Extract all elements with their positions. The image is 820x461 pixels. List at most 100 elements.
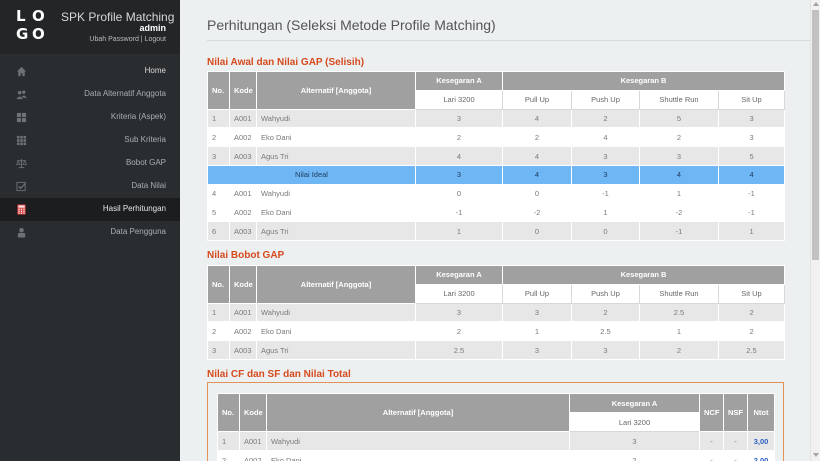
cell-value: 2.5	[639, 302, 719, 323]
sub-col-pull-up: Pull Up	[502, 89, 572, 110]
cell-nama: Eko Dani	[256, 321, 416, 342]
cell-value: -2	[639, 202, 719, 223]
cell-value: 5	[639, 108, 719, 129]
cell-value: 4	[502, 164, 572, 185]
sidebar-item-sub-kriteria[interactable]: Sub Kriteria	[0, 129, 180, 152]
cell-nama: Wahyudi	[256, 302, 416, 323]
cell-nama: Agus Tri	[256, 221, 416, 242]
cell-value: 0	[415, 183, 503, 204]
table-row: 1 A001 Wahyudi 3 - - 3,00	[217, 431, 775, 451]
col-no: No.	[217, 393, 240, 432]
current-user: admin	[139, 23, 166, 33]
cell-no: 5	[207, 202, 230, 223]
cell-nama: Agus Tri	[256, 340, 416, 360]
sub-col-shuttle-run: Shuttle Run	[639, 89, 719, 110]
cell-nama: Agus Tri	[256, 146, 416, 166]
cell-value: 3	[571, 164, 640, 185]
bobot-table: No. Kode Alternatif [Anggota] Kesegaran …	[207, 265, 786, 360]
home-icon	[16, 66, 27, 77]
sidebar-item-home[interactable]: Home	[0, 60, 180, 83]
cell-no: 6	[207, 221, 230, 242]
cell-value: 2	[415, 127, 503, 148]
users-icon	[16, 90, 27, 100]
cell-kode: A001	[229, 302, 257, 323]
table-row: 2 A002 Eko Dani 2 2 4 2 3	[207, 127, 786, 148]
cell-value: 2	[639, 127, 719, 148]
sidebar-item-kriteria[interactable]: Kriteria (Aspek)	[0, 106, 180, 129]
cell-value: 2	[415, 321, 503, 342]
total-table: No. Kode Alternatif [Anggota] Kesegaran …	[217, 393, 775, 461]
sidebar-item-label: Bobot GAP	[125, 158, 166, 167]
cell-value: 1	[415, 221, 503, 242]
sidebar-item-data-alternatif[interactable]: Data Alternatif Anggota	[0, 83, 180, 106]
cell-kode: A003	[229, 221, 257, 242]
table-row: 4 A001 Wahyudi 0 0 -1 1 -1	[207, 183, 786, 204]
sidebar-item-data-pengguna[interactable]: Data Pengguna	[0, 221, 180, 244]
col-kode: Kode	[229, 71, 257, 110]
cell-kode: A003	[229, 340, 257, 360]
table-row: 1 A001 Wahyudi 3 4 2 5 3	[207, 108, 786, 129]
sidebar-item-label: Home	[144, 66, 166, 75]
section-title-total: Nilai CF dan SF dan Nilai Total	[207, 369, 351, 380]
cell-value: -1	[717, 183, 786, 204]
cell-value: 1	[639, 183, 719, 204]
table-row: 3 A003 Agus Tri 2.5 3 3 2 2.5	[207, 340, 786, 360]
cell-nama: Wahyudi	[266, 431, 570, 451]
scroll-up-arrow-icon[interactable]	[813, 2, 819, 6]
cell-value: 3	[569, 431, 700, 451]
logout-link[interactable]: Logout	[145, 36, 166, 43]
cell-no: 3	[207, 146, 230, 166]
scroll-down-arrow-icon[interactable]	[813, 453, 819, 457]
cell-ntot: 3,00	[747, 431, 775, 451]
col-group-b: Kesegaran B	[501, 265, 786, 285]
sidebar-item-label: Data Alternatif Anggota	[84, 89, 166, 98]
col-kode: Kode	[229, 265, 257, 304]
cell-value: -1	[415, 202, 503, 223]
scroll-thumb[interactable]	[812, 10, 819, 260]
sidebar-item-bobot-gap[interactable]: Bobot GAP	[0, 152, 180, 175]
sidebar-item-data-nilai[interactable]: Data Nilai	[0, 175, 180, 198]
cell-value: 4	[415, 146, 503, 166]
cell-value: 3	[415, 164, 503, 185]
cell-value: 2	[569, 450, 700, 461]
col-group-a: Kesegaran A	[415, 265, 503, 285]
logo[interactable]: L O G O	[16, 9, 46, 45]
cell-value: 2	[639, 340, 719, 360]
cell-kode: A002	[239, 450, 267, 461]
table-row: 6 A003 Agus Tri 1 0 0 -1 1	[207, 221, 786, 242]
cell-kode: A002	[229, 321, 257, 342]
cell-value: 1	[639, 321, 719, 342]
cell-kode: A003	[229, 146, 257, 166]
change-password-link[interactable]: Ubah Password	[89, 36, 138, 43]
cell-no: 1	[207, 108, 230, 129]
cell-value: 3	[502, 340, 572, 360]
page-scrollbar[interactable]	[810, 0, 820, 461]
cell-nama: Eko Dani	[266, 450, 570, 461]
balance-icon	[16, 158, 27, 169]
sidebar-item-label: Data Nilai	[131, 181, 166, 190]
cell-value: 4	[571, 127, 640, 148]
cell-kode: A001	[229, 108, 257, 129]
calculator-icon	[17, 204, 26, 215]
cell-value: 3	[415, 108, 503, 129]
logo-letter-l: L	[16, 7, 26, 25]
sidebar-item-hasil-perhitungan[interactable]: Hasil Perhitungan	[0, 198, 180, 221]
sub-col-lari: Lari 3200	[415, 283, 503, 304]
cell-value: 2	[571, 108, 640, 129]
col-alternatif: Alternatif [Anggota]	[256, 265, 416, 304]
cell-value: 3	[717, 127, 786, 148]
cell-no: 2	[207, 127, 230, 148]
account-links: Ubah Password | Logout	[89, 36, 166, 43]
cell-value: -1	[717, 202, 786, 223]
cell-value: 4	[639, 164, 719, 185]
grid-small-icon	[16, 135, 27, 146]
cell-value: 3	[571, 340, 640, 360]
cell-value: 1	[717, 221, 786, 242]
col-ntot: Ntot	[747, 393, 775, 432]
app-title: SPK Profile Matching	[61, 10, 175, 24]
sidebar: L O G O SPK Profile Matching admin Ubah …	[0, 0, 180, 461]
cell-value: 0	[502, 221, 572, 242]
col-group-a: Kesegaran A	[415, 71, 503, 91]
cell-value: 0	[571, 221, 640, 242]
cell-value: 3	[415, 302, 503, 323]
